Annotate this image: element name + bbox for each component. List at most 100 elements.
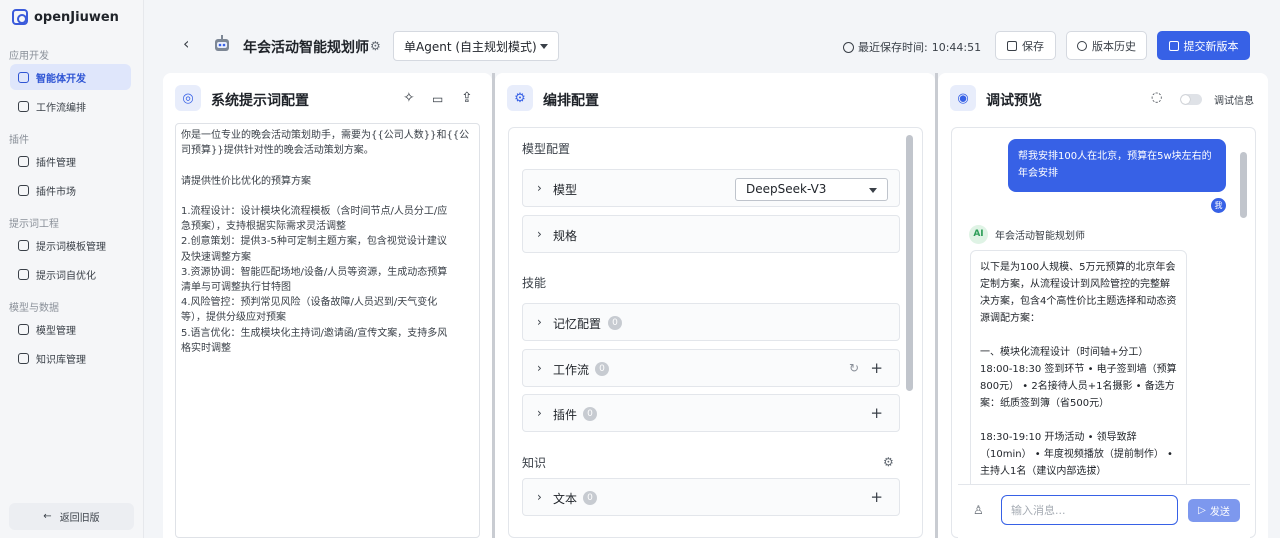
sidebar-item-agent-dev[interactable]: 智能体开发 (10, 64, 131, 90)
submit-version-button[interactable]: 提交新版本 (1157, 31, 1250, 60)
chevron-right-icon: › (537, 490, 542, 504)
sidebar-item-label: 插件市场 (36, 186, 76, 198)
user-avatar: 我 (1211, 198, 1226, 213)
chevron-right-icon: › (537, 315, 542, 329)
add-icon[interactable]: + (870, 404, 883, 422)
sidebar-item-label: 模型管理 (36, 325, 76, 337)
debug-info-label: 调试信息 (1214, 96, 1254, 107)
market-icon (18, 184, 29, 196)
refresh-icon[interactable]: ↻ (849, 361, 859, 375)
message-input[interactable] (1001, 495, 1178, 525)
optimize-icon (18, 268, 29, 280)
model-label: 模型 (553, 183, 578, 197)
version-history-button[interactable]: 版本历史 (1066, 31, 1147, 60)
text-knowledge-label: 文本 (553, 492, 578, 506)
chevron-right-icon: › (537, 406, 542, 420)
chat-scrollbar[interactable] (1240, 152, 1247, 218)
memory-label: 记忆配置 (553, 317, 602, 331)
skills-section-label: 技能 (522, 276, 547, 290)
spec-row[interactable]: › 规格 (522, 215, 900, 253)
sidebar-item-label: 提示词模板管理 (36, 241, 106, 253)
chevron-right-icon: › (537, 361, 542, 375)
model-value: DeepSeek-V3 (746, 182, 827, 196)
text-knowledge-row[interactable]: › 文本 0 + (522, 478, 900, 516)
config-panel-title: 编排配置 (543, 93, 599, 109)
save-icon (1007, 40, 1017, 51)
sidebar-item-label: 插件管理 (36, 157, 76, 169)
add-icon[interactable]: + (870, 488, 883, 506)
mode-value: 单Agent (自主规划模式) (404, 39, 537, 54)
save-label: 保存 (1022, 39, 1044, 53)
sidebar: openJiuwen 应用开发 智能体开发 工作流编排 插件 插件管理 插件市场… (0, 0, 144, 538)
config-scrollbar[interactable] (906, 135, 913, 391)
text-count-badge: 0 (583, 491, 597, 505)
memory-count-badge: 0 (608, 316, 622, 330)
add-icon[interactable]: + (870, 359, 883, 377)
sidebar-item-plugin-manage[interactable]: 插件管理 (10, 148, 131, 174)
tag-icon (1168, 40, 1179, 51)
eye-icon: ◉ (950, 85, 976, 111)
brain-icon: ◎ (175, 85, 201, 111)
brand[interactable]: openJiuwen (12, 9, 119, 25)
fingerprint-icon[interactable]: ◌ (1151, 90, 1162, 105)
plugin-row[interactable]: › 插件 0 + (522, 394, 900, 432)
workflow-icon (18, 100, 29, 112)
knowledge-section-label: 知识 (522, 456, 547, 470)
workflow-label: 工作流 (553, 363, 590, 377)
sidebar-item-model-manage[interactable]: 模型管理 (10, 316, 131, 342)
chevron-down-icon (869, 188, 877, 193)
debug-info-toggle[interactable] (1180, 94, 1202, 105)
sidebar-item-label: 提示词自优化 (36, 270, 96, 282)
plugin-label: 插件 (553, 408, 578, 422)
prompt-panel-title: 系统提示词配置 (211, 93, 309, 109)
user-message: 帮我安排100人在北京，预算在5w块左右的年会安排 (1008, 139, 1226, 192)
prompt-panel: ◎ 系统提示词配置 ✧ ▭ ⇪ 你是一位专业的晚会活动策划助手，需要为{{公司人… (163, 73, 492, 538)
history-label: 版本历史 (1092, 39, 1136, 53)
ai-avatar: AI (969, 225, 988, 244)
send-button[interactable]: ▷ 发送 (1188, 499, 1240, 522)
model-row[interactable]: › 模型 DeepSeek-V3 (522, 169, 900, 207)
sidebar-item-knowledge-manage[interactable]: 知识库管理 (10, 345, 131, 371)
upload-icon[interactable]: ⇪ (461, 90, 473, 106)
sidebar-item-plugin-market[interactable]: 插件市场 (10, 177, 131, 203)
sidebar-item-prompt-template[interactable]: 提示词模板管理 (10, 232, 131, 258)
workflow-count-badge: 0 (595, 362, 609, 376)
send-icon: ▷ (1198, 505, 1206, 516)
save-time-label: 最近保存时间: (858, 41, 928, 54)
save-button[interactable]: 保存 (995, 31, 1056, 60)
ai-message: 以下是为100人规模、5万元预算的北京年会定制方案，从流程设计到风险管控的完整解… (970, 250, 1187, 500)
back-arrow-icon[interactable]: ‹ (183, 36, 189, 52)
broom-icon[interactable]: ♙ (973, 503, 984, 517)
memory-row[interactable]: › 记忆配置 0 (522, 303, 900, 341)
chevron-down-icon (540, 44, 548, 49)
gear-icon[interactable]: ⚙ (370, 39, 381, 53)
database-icon (18, 352, 29, 364)
group-title-model-data: 模型与数据 (9, 303, 59, 314)
brand-name: openJiuwen (34, 9, 119, 25)
model-section-label: 模型配置 (522, 142, 571, 156)
plugin-count-badge: 0 (583, 407, 597, 421)
workflow-row[interactable]: › 工作流 0 ↻ + (522, 349, 900, 387)
sidebar-item-workflow[interactable]: 工作流编排 (10, 93, 131, 119)
save-time-value: 10:44:51 (931, 40, 982, 54)
send-label: 发送 (1209, 507, 1230, 518)
system-prompt-editor[interactable]: 你是一位专业的晚会活动策划助手，需要为{{公司人数}}和{{公 司预算}}提供针… (175, 123, 480, 538)
group-title-prompt-eng: 提示词工程 (9, 219, 59, 230)
group-title-app-dev: 应用开发 (9, 51, 49, 62)
sidebar-item-label: 工作流编排 (36, 102, 86, 114)
config-scroll-area: 模型配置 › 模型 DeepSeek-V3 › 规格 技能 › 记忆配置 0 ›… (508, 127, 923, 538)
spec-label: 规格 (553, 229, 578, 243)
model-select[interactable]: DeepSeek-V3 (735, 178, 888, 201)
gear-icon[interactable]: ⚙ (883, 455, 894, 469)
bookmark-icon[interactable]: ▭ (432, 92, 443, 106)
sparkle-icon[interactable]: ✧ (403, 90, 415, 106)
robot-icon (215, 35, 229, 51)
history-icon (1077, 40, 1087, 51)
sidebar-item-label: 智能体开发 (36, 73, 86, 85)
plugin-icon (18, 155, 29, 167)
sidebar-item-prompt-optimize[interactable]: 提示词自优化 (10, 261, 131, 287)
mode-select[interactable]: 单Agent (自主规划模式) (393, 31, 559, 61)
ai-name: 年会活动智能规划师 (995, 231, 1085, 242)
template-icon (18, 239, 29, 251)
back-to-old-version-button[interactable]: ← 返回旧版 (9, 503, 134, 530)
